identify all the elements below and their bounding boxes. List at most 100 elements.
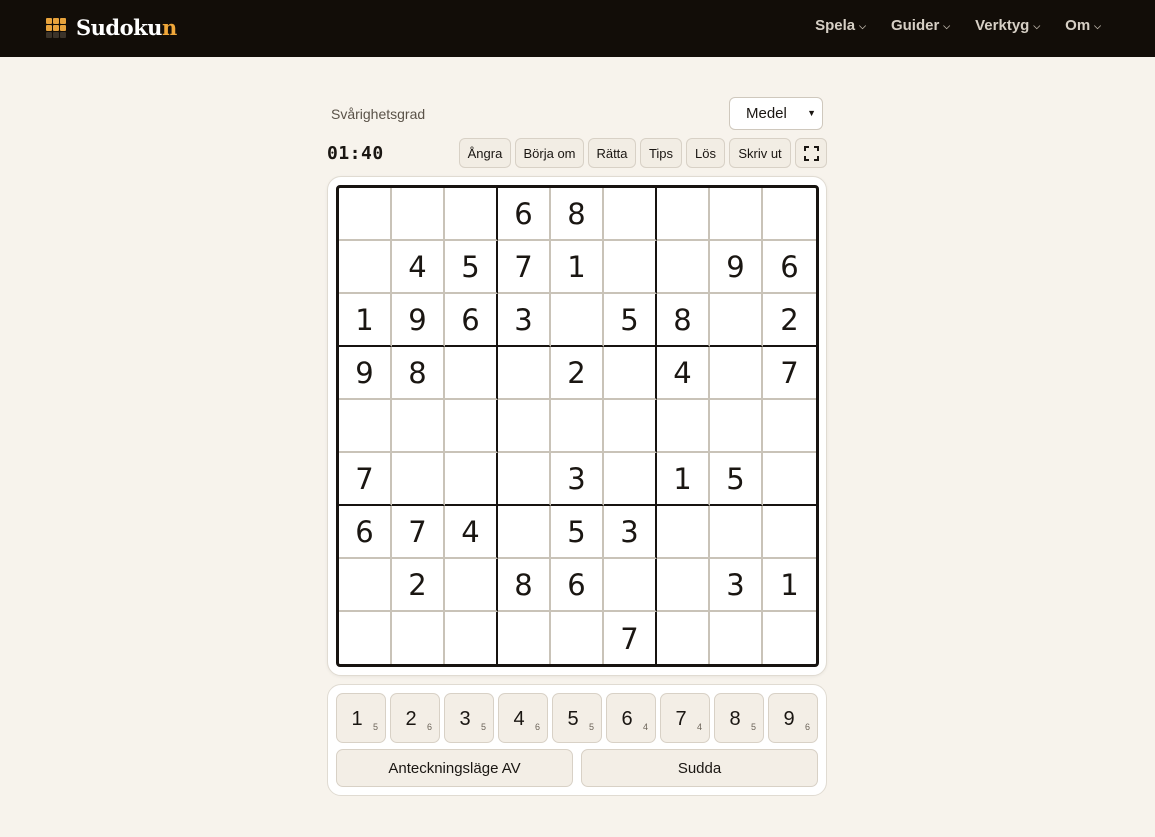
sudoku-cell[interactable]: 7 — [339, 453, 392, 506]
sudoku-cell[interactable] — [551, 612, 604, 664]
sudoku-cell[interactable]: 9 — [392, 294, 445, 347]
sudoku-cell[interactable] — [339, 400, 392, 453]
sudoku-cell[interactable] — [339, 612, 392, 664]
erase-button[interactable]: Sudda — [581, 749, 818, 787]
sudoku-cell[interactable] — [710, 612, 763, 664]
sudoku-cell[interactable] — [445, 347, 498, 400]
number-key-3[interactable]: 35 — [444, 693, 494, 743]
sudoku-cell[interactable]: 7 — [763, 347, 816, 400]
sudoku-cell[interactable]: 8 — [551, 188, 604, 241]
nav-item-spela[interactable]: Spela ⌵ — [815, 17, 866, 34]
number-key-7[interactable]: 74 — [660, 693, 710, 743]
undo-button[interactable]: Ångra — [459, 138, 511, 168]
sudoku-cell[interactable]: 2 — [763, 294, 816, 347]
sudoku-cell[interactable]: 1 — [763, 559, 816, 612]
sudoku-cell[interactable]: 1 — [339, 294, 392, 347]
notes-mode-button[interactable]: Anteckningsläge AV — [336, 749, 573, 787]
sudoku-cell[interactable]: 6 — [763, 241, 816, 294]
sudoku-cell[interactable]: 1 — [551, 241, 604, 294]
sudoku-cell[interactable]: 3 — [604, 506, 657, 559]
sudoku-cell[interactable]: 4 — [445, 506, 498, 559]
sudoku-cell[interactable] — [445, 400, 498, 453]
sudoku-cell[interactable] — [445, 453, 498, 506]
sudoku-cell[interactable] — [763, 453, 816, 506]
sudoku-cell[interactable]: 8 — [498, 559, 551, 612]
sudoku-cell[interactable] — [498, 506, 551, 559]
number-key-6[interactable]: 64 — [606, 693, 656, 743]
sudoku-cell[interactable] — [763, 506, 816, 559]
number-key-9[interactable]: 96 — [768, 693, 818, 743]
number-key-8[interactable]: 85 — [714, 693, 764, 743]
print-button[interactable]: Skriv ut — [729, 138, 791, 168]
sudoku-cell[interactable] — [657, 612, 710, 664]
sudoku-cell[interactable]: 4 — [392, 241, 445, 294]
sudoku-cell[interactable] — [392, 453, 445, 506]
sudoku-cell[interactable] — [710, 294, 763, 347]
sudoku-cell[interactable]: 7 — [604, 612, 657, 664]
sudoku-cell[interactable] — [657, 559, 710, 612]
sudoku-cell[interactable] — [392, 188, 445, 241]
sudoku-cell[interactable] — [392, 612, 445, 664]
sudoku-cell[interactable] — [657, 506, 710, 559]
sudoku-cell[interactable] — [604, 453, 657, 506]
sudoku-cell[interactable]: 5 — [710, 453, 763, 506]
sudoku-cell[interactable] — [339, 559, 392, 612]
number-key-2[interactable]: 26 — [390, 693, 440, 743]
sudoku-cell[interactable] — [710, 347, 763, 400]
sudoku-cell[interactable]: 7 — [498, 241, 551, 294]
sudoku-cell[interactable] — [445, 188, 498, 241]
sudoku-cell[interactable] — [604, 241, 657, 294]
difficulty-select[interactable]: Medel ▼ — [729, 97, 823, 130]
sudoku-cell[interactable] — [657, 241, 710, 294]
sudoku-cell[interactable] — [551, 400, 604, 453]
sudoku-cell[interactable] — [339, 188, 392, 241]
sudoku-cell[interactable] — [551, 294, 604, 347]
sudoku-cell[interactable]: 3 — [498, 294, 551, 347]
nav-item-om[interactable]: Om ⌵ — [1065, 17, 1101, 34]
sudoku-cell[interactable] — [498, 612, 551, 664]
nav-item-guider[interactable]: Guider ⌵ — [891, 17, 950, 34]
sudoku-cell[interactable]: 8 — [657, 294, 710, 347]
sudoku-cell[interactable]: 6 — [551, 559, 604, 612]
sudoku-cell[interactable]: 7 — [392, 506, 445, 559]
sudoku-cell[interactable] — [710, 506, 763, 559]
sudoku-cell[interactable]: 6 — [445, 294, 498, 347]
number-key-4[interactable]: 46 — [498, 693, 548, 743]
sudoku-cell[interactable] — [445, 612, 498, 664]
number-key-1[interactable]: 15 — [336, 693, 386, 743]
sudoku-cell[interactable] — [604, 188, 657, 241]
sudoku-cell[interactable]: 8 — [392, 347, 445, 400]
sudoku-cell[interactable] — [710, 400, 763, 453]
sudoku-cell[interactable]: 5 — [551, 506, 604, 559]
sudoku-cell[interactable] — [498, 347, 551, 400]
sudoku-cell[interactable]: 2 — [392, 559, 445, 612]
sudoku-cell[interactable]: 9 — [339, 347, 392, 400]
fullscreen-button[interactable] — [795, 138, 827, 168]
sudoku-cell[interactable] — [392, 400, 445, 453]
sudoku-cell[interactable] — [339, 241, 392, 294]
sudoku-cell[interactable]: 3 — [710, 559, 763, 612]
solve-button[interactable]: Lös — [686, 138, 725, 168]
restart-button[interactable]: Börja om — [515, 138, 584, 168]
check-button[interactable]: Rätta — [588, 138, 636, 168]
sudoku-cell[interactable] — [445, 559, 498, 612]
sudoku-cell[interactable] — [657, 188, 710, 241]
sudoku-cell[interactable] — [604, 559, 657, 612]
sudoku-cell[interactable]: 9 — [710, 241, 763, 294]
sudoku-cell[interactable]: 6 — [498, 188, 551, 241]
hint-button[interactable]: Tips — [640, 138, 682, 168]
nav-item-verktyg[interactable]: Verktyg ⌵ — [975, 17, 1040, 34]
sudoku-cell[interactable]: 4 — [657, 347, 710, 400]
site-logo[interactable]: Sudokun — [46, 15, 177, 40]
sudoku-cell[interactable] — [604, 347, 657, 400]
sudoku-cell[interactable] — [763, 400, 816, 453]
sudoku-cell[interactable] — [498, 453, 551, 506]
sudoku-cell[interactable]: 5 — [604, 294, 657, 347]
sudoku-cell[interactable] — [498, 400, 551, 453]
sudoku-cell[interactable] — [763, 188, 816, 241]
sudoku-cell[interactable] — [657, 400, 710, 453]
number-key-5[interactable]: 55 — [552, 693, 602, 743]
sudoku-cell[interactable] — [763, 612, 816, 664]
sudoku-cell[interactable]: 3 — [551, 453, 604, 506]
sudoku-cell[interactable] — [604, 400, 657, 453]
